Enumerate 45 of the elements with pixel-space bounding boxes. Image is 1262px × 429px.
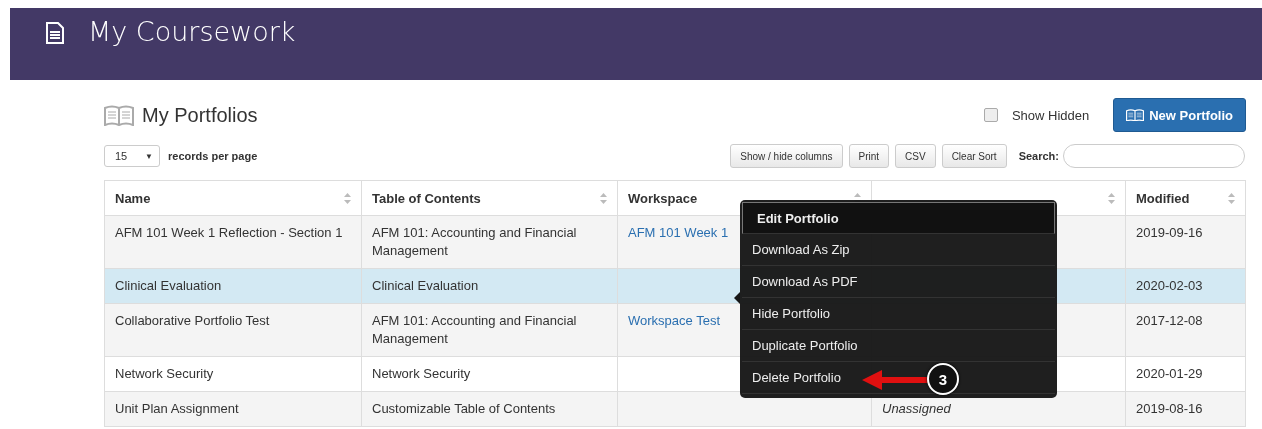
table-cell: 2020-02-03 — [1136, 278, 1203, 293]
menu-item[interactable]: Hide Portfolio — [742, 298, 1055, 330]
document-icon — [46, 22, 64, 44]
section-title: My Portfolios — [142, 103, 258, 127]
workspace-link[interactable]: Workspace Test — [628, 313, 720, 328]
table-cell: Network Security — [115, 366, 214, 381]
toolbar-button[interactable]: Print — [848, 144, 890, 168]
table-row[interactable]: Unit Plan Assignment Customizable Table of Contents Unassigned 2019-08-16 — [104, 391, 1246, 427]
column-header[interactable]: Table of Contents — [361, 180, 618, 216]
table-cell: Customizable Table of Contents — [372, 401, 556, 416]
table-cell: Unit Plan Assignment — [115, 401, 239, 416]
menu-item[interactable]: Download As Zip — [742, 234, 1055, 266]
checkbox[interactable] — [983, 108, 998, 122]
book-icon — [1126, 108, 1145, 122]
column-header[interactable]: Modified — [1125, 180, 1246, 216]
table-cell: Clinical Evaluation — [372, 278, 479, 293]
column-header[interactable]: Name — [104, 180, 362, 216]
checkbox-label: Show Hidden — [1011, 107, 1090, 123]
page-size-select[interactable]: 15 ▼ — [104, 145, 160, 167]
menu-item[interactable]: Download As PDF — [742, 266, 1055, 298]
toolbar-button[interactable]: Clear Sort — [941, 144, 1007, 168]
toolbar-button[interactable]: Show / hide columns — [730, 144, 843, 168]
table-cell: 2019-09-16 — [1136, 225, 1203, 240]
caret-icon: ▼ — [145, 151, 153, 161]
table-cell: AFM 101: Accounting and Financial Management — [372, 313, 577, 346]
table-cell: 2017-12-08 — [1136, 313, 1203, 328]
menu-item[interactable]: Duplicate Portfolio — [742, 330, 1055, 362]
table-cell: AFM 101 Week 1 Reflection - Section 1 — [115, 225, 343, 240]
new-portfolio-button[interactable]: New Portfolio — [1113, 98, 1246, 132]
table-cell: 2020-01-29 — [1136, 366, 1203, 381]
table-cell: 2019-08-16 — [1136, 401, 1203, 416]
page-size-label: records per page — [168, 150, 258, 162]
page-title: My Coursework — [88, 16, 296, 48]
table-cell: Clinical Evaluation — [115, 278, 222, 293]
toolbar-button[interactable]: CSV — [895, 144, 936, 168]
table-cell: Network Security — [372, 366, 471, 381]
search-label: Search: — [1018, 150, 1059, 162]
search-field[interactable] — [1063, 144, 1245, 168]
table-cell: Collaborative Portfolio Test — [115, 313, 270, 328]
menu-item[interactable]: Edit Portfolio — [742, 202, 1055, 234]
table-cell: Unassigned — [882, 401, 951, 416]
table-cell: AFM 101: Accounting and Financial Management — [372, 225, 577, 258]
book-icon — [104, 104, 134, 126]
arrow-icon — [862, 369, 930, 391]
workspace-link[interactable]: AFM 101 Week 1 — [628, 225, 729, 240]
